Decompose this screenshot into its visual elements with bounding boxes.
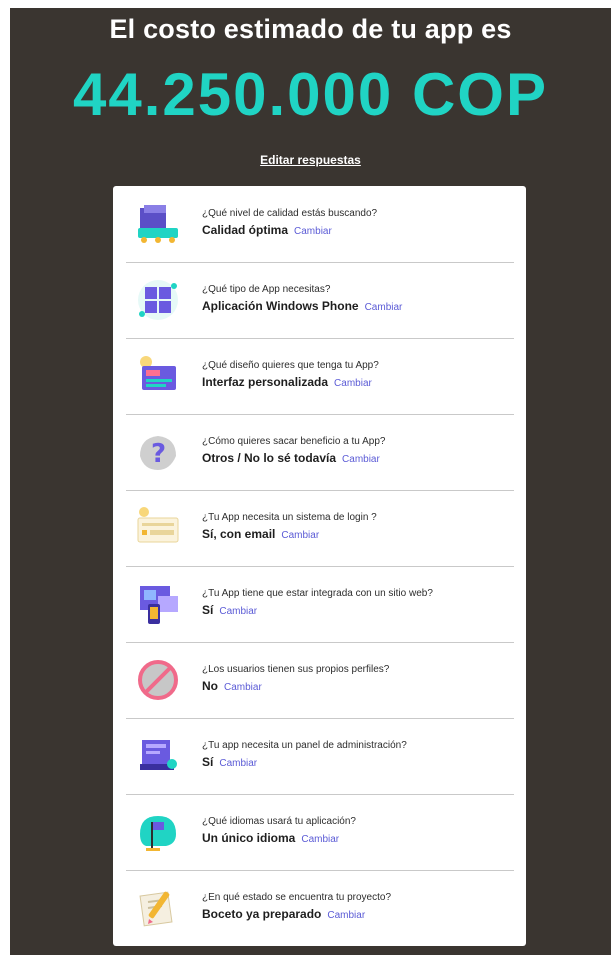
change-link[interactable]: Cambiar: [281, 530, 319, 541]
answer-text: Otros / No lo sé todavía: [202, 451, 337, 465]
change-link[interactable]: Cambiar: [334, 378, 372, 389]
change-link[interactable]: Cambiar: [219, 758, 257, 769]
no-icon: [138, 660, 178, 700]
change-link[interactable]: Cambiar: [327, 910, 365, 921]
list-item: ¿Qué tipo de App necesitas? Aplicación W…: [126, 262, 514, 339]
question-text: ¿Qué tipo de App necesitas?: [202, 284, 331, 295]
list-item: ? ¿Cómo quieres sacar beneficio a tu App…: [126, 414, 514, 491]
list-item: ¿En qué estado se encuentra tu proyecto?…: [126, 870, 514, 946]
change-link[interactable]: Cambiar: [294, 226, 332, 237]
list-item: ¿Los usuarios tienen sus propios perfile…: [126, 642, 514, 719]
list-item: ¿Qué diseño quieres que tenga tu App? In…: [126, 338, 514, 415]
question-icon: ?: [140, 436, 176, 470]
question-text: ¿Los usuarios tienen sus propios perfile…: [202, 664, 390, 675]
language-icon: [140, 816, 176, 851]
list-item: ¿Tu App tiene que estar integrada con un…: [126, 566, 514, 643]
question-text: ¿Qué idiomas usará tu aplicación?: [202, 816, 356, 827]
page-title: El costo estimado de tu app es: [109, 14, 512, 44]
answer-text: Sí, con email: [202, 527, 276, 541]
answer-text: Boceto ya preparado: [202, 907, 322, 921]
sketch-icon: [139, 891, 173, 927]
question-text: ¿En qué estado se encuentra tu proyecto?: [202, 892, 392, 903]
answer-text: Sí: [202, 603, 214, 617]
change-link[interactable]: Cambiar: [301, 834, 339, 845]
admin-panel-icon: [140, 740, 177, 770]
website-icon: [140, 586, 178, 624]
change-link[interactable]: Cambiar: [224, 682, 262, 693]
answer-text: Aplicación Windows Phone: [202, 299, 359, 313]
question-text: ¿Tu App tiene que estar integrada con un…: [202, 588, 433, 599]
answer-text: Interfaz personalizada: [202, 375, 329, 389]
design-icon: [140, 356, 176, 390]
question-text: ¿Cómo quieres sacar beneficio a tu App?: [202, 436, 386, 447]
question-text: ¿Qué diseño quieres que tenga tu App?: [202, 360, 379, 371]
answers-card: ¿Qué nivel de calidad estás buscando? Ca…: [113, 186, 526, 946]
answer-text: Calidad óptima: [202, 223, 289, 237]
quality-icon: [138, 205, 178, 243]
change-link[interactable]: Cambiar: [219, 606, 257, 617]
windows-icon: [138, 280, 178, 320]
change-link[interactable]: Cambiar: [365, 302, 403, 313]
answer-text: Un único idioma: [202, 831, 296, 845]
answer-text: No: [202, 679, 218, 693]
answer-text: Sí: [202, 755, 214, 769]
list-item: ¿Tu app necesita un panel de administrac…: [126, 718, 514, 795]
estimated-price: 44.250.000 COP: [73, 61, 548, 128]
question-text: ¿Tu app necesita un panel de administrac…: [202, 740, 407, 751]
list-item: ¿Qué idiomas usará tu aplicación? Un úni…: [126, 794, 514, 871]
svg-text:?: ?: [151, 439, 166, 469]
list-item: ¿Tu App necesita un sistema de login ? S…: [126, 490, 514, 567]
question-text: ¿Tu App necesita un sistema de login ?: [202, 512, 377, 523]
change-link[interactable]: Cambiar: [342, 454, 380, 465]
question-text: ¿Qué nivel de calidad estás buscando?: [202, 208, 378, 219]
edit-answers-link[interactable]: Editar respuestas: [10, 153, 611, 167]
login-icon: [137, 507, 179, 543]
list-item: ¿Qué nivel de calidad estás buscando? Ca…: [126, 186, 514, 263]
